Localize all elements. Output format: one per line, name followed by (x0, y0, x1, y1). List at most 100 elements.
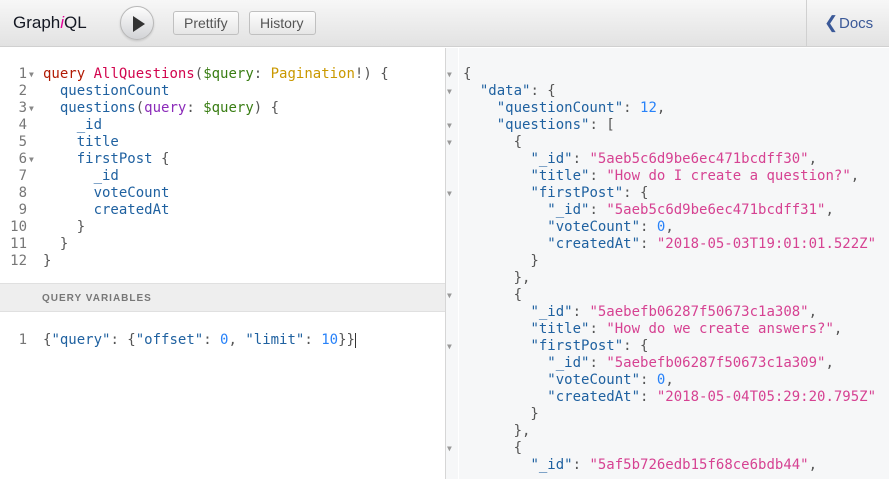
code-line: } (43, 253, 389, 270)
code-line: query AllQuestions($query: Pagination!) … (43, 66, 389, 83)
code-line: questionCount (43, 83, 389, 100)
code-token: : [ (589, 117, 615, 133)
code-token: : (640, 236, 657, 252)
code-token: "2018-05-03T19:01:01.522Z" (656, 236, 877, 252)
fold-arrow-icon[interactable] (29, 185, 39, 202)
fold-arrow-icon[interactable] (29, 253, 39, 270)
code-token: "2018-05-04T05:29:20.795Z" (656, 389, 877, 405)
fold-arrow-icon[interactable] (29, 202, 39, 219)
code-token: : (572, 304, 590, 320)
result-line: { (463, 440, 876, 457)
fold-arrow-icon[interactable] (29, 117, 39, 134)
code-token: questions (59, 100, 136, 116)
result-line: "questions": [ (463, 117, 876, 134)
fold-arrow-icon[interactable] (29, 168, 39, 185)
code-token: : (304, 332, 322, 348)
line-number: 3 (18, 100, 27, 116)
fold-arrow-icon[interactable] (29, 83, 39, 100)
fold-arrow-icon[interactable]: ▼ (447, 287, 457, 304)
line-number: 6 (18, 151, 27, 167)
fold-arrow-icon[interactable]: ▼ (447, 134, 457, 151)
code-token: voteCount (93, 185, 170, 201)
code-token: _id (76, 117, 103, 133)
code-token: , (665, 372, 674, 388)
result-line: } (463, 253, 876, 270)
code-token: "voteCount" (547, 372, 641, 388)
fold-arrow-icon[interactable]: ▼ (447, 83, 457, 100)
variables-code[interactable]: {"query": {"offset": 0, "limit": 10}} (43, 332, 356, 349)
code-token: , (656, 100, 666, 116)
line-number: 1 (18, 66, 27, 82)
code-token: , (825, 355, 834, 371)
fold-arrow-icon[interactable] (29, 219, 39, 236)
code-token: "5aebefb06287f50673c1a308" (589, 304, 809, 320)
code-token: } (463, 406, 539, 422)
code-token: 10 (321, 332, 339, 348)
code-token: }, (463, 423, 531, 439)
code-token: "_id" (530, 457, 573, 473)
query-variables-toggle[interactable]: QUERY VARIABLES (0, 283, 445, 312)
result-line: "_id": "5aeb5c6d9be6ec471bcdff30", (463, 151, 876, 168)
code-token: $query (203, 66, 254, 82)
code-token: : (640, 219, 657, 235)
code-token: : (203, 332, 221, 348)
code-token: { (463, 440, 523, 456)
result-line: "_id": "5af5b726edb15f68ce6bdb44", (463, 457, 876, 474)
result-line: "firstPost": { (463, 338, 876, 355)
fold-arrow-icon[interactable]: ▼ (447, 440, 457, 457)
code-token: "title" (530, 168, 590, 184)
prettify-button[interactable]: Prettify (173, 11, 239, 35)
code-token: "data" (479, 83, 531, 99)
code-line: questions(query: $query) { (43, 100, 389, 117)
result-line: { (463, 287, 876, 304)
fold-arrow-icon[interactable]: ▼ (447, 66, 457, 83)
fold-arrow-icon[interactable]: ▼ (447, 117, 457, 134)
code-line: } (43, 219, 389, 236)
code-token: ( (194, 66, 204, 82)
code-token: } (463, 253, 539, 269)
code-token: Pagination (270, 66, 355, 82)
code-token: "How do I create a question?" (606, 168, 851, 184)
docs-button[interactable]: ❮ Docs (806, 0, 889, 47)
fold-arrow-icon[interactable]: ▼ (29, 100, 39, 117)
code-token: : (186, 100, 204, 116)
fold-arrow-icon[interactable] (29, 134, 39, 151)
execute-query-button[interactable] (120, 6, 154, 40)
fold-arrow-icon[interactable]: ▼ (29, 66, 39, 83)
result-line: "title": "How do we create answers?", (463, 321, 876, 338)
line-number: 11 (10, 236, 27, 252)
fold-arrow-icon[interactable] (29, 236, 39, 253)
query-code[interactable]: query AllQuestions($query: Pagination!) … (43, 66, 389, 270)
code-token: "firstPost" (530, 185, 624, 201)
code-token: "firstPost" (530, 338, 624, 354)
fold-arrow-icon[interactable]: ▼ (29, 151, 39, 168)
result-line: "voteCount": 0, (463, 372, 876, 389)
history-button[interactable]: History (249, 11, 316, 35)
code-token: "5af5b726edb15f68ce6bdb44" (589, 457, 809, 473)
variables-line-numbers: 1 (0, 332, 27, 349)
fold-arrow-icon[interactable]: ▼ (447, 338, 457, 355)
code-line: {"query": {"offset": 0, "limit": 10}} (43, 332, 356, 349)
variables-editor[interactable]: 1 {"query": {"offset": 0, "limit": 10}} (0, 313, 445, 479)
code-token: : (253, 66, 271, 82)
query-editor[interactable]: 1 2 3 4 5 6 7 8 9 10 11 12 ▼ ▼ ▼ query AllQuestions($… (0, 48, 445, 283)
code-token: , (833, 321, 843, 337)
code-token: : (623, 100, 641, 116)
query-fold-gutter[interactable]: ▼ ▼ ▼ (29, 66, 39, 270)
result-line: }, (463, 423, 876, 440)
line-number: 4 (18, 117, 27, 133)
code-token: { (463, 134, 523, 150)
code-token: "createdAt" (547, 236, 641, 252)
line-number: 10 (10, 219, 27, 235)
result-fold-gutter[interactable]: ▼ ▼ ▼ ▼ ▼ ▼ ▼ ▼ (445, 48, 458, 479)
fold-arrow-icon[interactable]: ▼ (447, 185, 457, 202)
line-number: 2 (18, 83, 27, 99)
